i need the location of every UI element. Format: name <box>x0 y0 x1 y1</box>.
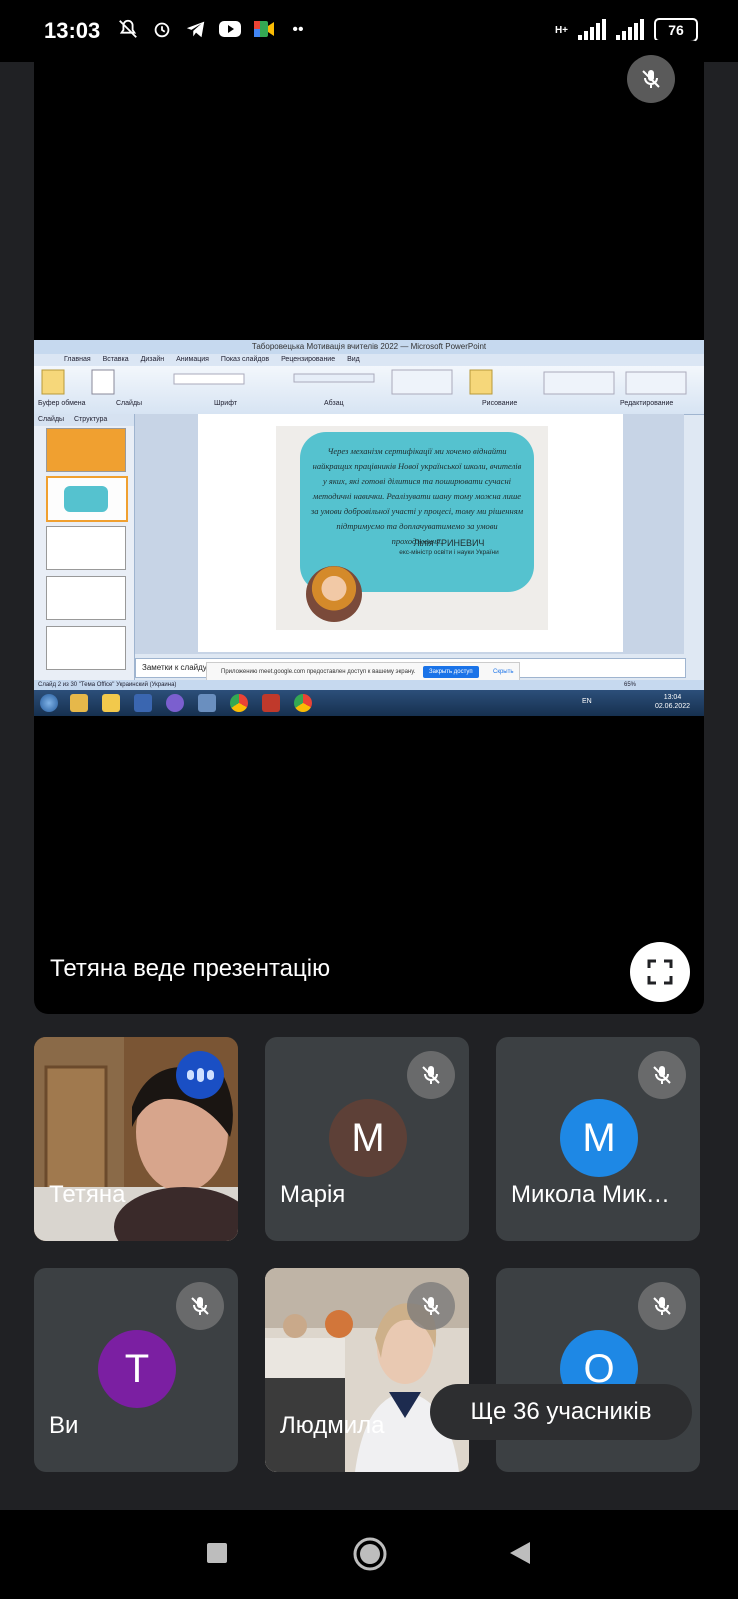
taskbar-app-icon <box>134 694 152 712</box>
fullscreen-button[interactable] <box>630 942 690 1002</box>
ppt-tab: Рецензирование <box>281 356 336 363</box>
windows-taskbar: EN 13:04 02.06.2022 <box>34 690 704 716</box>
tray-time: 13:04 <box>663 694 682 701</box>
viber-icon <box>166 694 184 712</box>
battery-indicator: 76 <box>654 18 698 42</box>
home-icon <box>353 1537 387 1571</box>
slide-image: Через механізм сертифікації ми хочемо ві… <box>276 426 548 630</box>
meet-icon <box>252 18 276 42</box>
ribbon-group: Шрифт <box>214 400 238 407</box>
share-notice-text: Приложению meet.google.com предоставлен … <box>221 669 416 675</box>
quote-author: Лілія ГРИНЕВИЧ <box>413 538 485 548</box>
ppt-ribbon: Буфер обмена Слайды Шрифт Абзац Рисовани… <box>34 366 704 415</box>
taskbar-app-icon <box>198 694 216 712</box>
slide-canvas: Через механізм сертифікації ми хочемо ві… <box>135 414 684 654</box>
ribbon-tools-icon <box>41 369 687 395</box>
slides-tab: Слайды <box>38 416 65 423</box>
participant-name: Марія <box>280 1181 346 1208</box>
ppt-tab: Анимация <box>176 356 209 363</box>
mic-off-icon <box>638 1282 686 1330</box>
ppt-zoom: 65% <box>624 682 637 688</box>
slide-thumbnail <box>46 526 126 570</box>
participant-name: Людмила <box>280 1412 385 1439</box>
recents-button[interactable] <box>206 1542 228 1569</box>
mute-bell-icon <box>116 18 140 42</box>
participant-tile[interactable]: Т Ви <box>34 1268 238 1472</box>
network-type: H+ <box>554 24 568 36</box>
tray-date: 02.06.2022 <box>654 703 690 710</box>
ribbon-group: Редактирование <box>620 400 674 407</box>
signal-icon <box>578 19 606 41</box>
fullscreen-icon <box>647 959 673 985</box>
mic-off-icon <box>176 1282 224 1330</box>
folder-icon <box>102 694 120 712</box>
participant-name: Ви <box>49 1412 79 1439</box>
current-slide: Через механізм сертифікації ми хочемо ві… <box>198 414 623 652</box>
author-photo <box>306 566 362 622</box>
signal-icon-2 <box>616 19 644 41</box>
avatar: Т <box>98 1330 176 1408</box>
youtube-icon <box>218 18 242 42</box>
presenter-label: Тетяна веде презентацію <box>50 955 331 982</box>
participant-name: Микола Мик… <box>511 1181 670 1208</box>
slide-thumbnail <box>46 626 126 670</box>
ppt-window-title: Таборовецька Мотивація вчителів 2022 — M… <box>34 340 704 354</box>
ppt-tab: Показ слайдов <box>220 356 270 363</box>
back-icon <box>510 1542 530 1564</box>
notes-label: Заметки к слайду <box>142 663 207 672</box>
alarm-icon <box>150 18 174 42</box>
participant-tile[interactable]: М Марія <box>265 1037 469 1241</box>
start-icon <box>40 694 58 712</box>
back-button[interactable] <box>508 1540 532 1571</box>
ppt-tab: Вставка <box>102 356 129 363</box>
ppt-tab: Главная <box>64 356 91 363</box>
participant-name: Тетяна <box>49 1181 126 1208</box>
speaking-indicator <box>176 1051 224 1099</box>
taskbar-app-icon <box>70 694 88 712</box>
ppt-tab: Вид <box>347 356 360 363</box>
ribbon-group: Абзац <box>324 400 344 407</box>
slides-panel: Слайды Структура <box>34 414 135 680</box>
stop-sharing-button: Закрыть доступ <box>423 666 479 678</box>
chrome-icon <box>230 694 248 712</box>
ppt-ribbon-tabs: Главная Вставка Дизайн Анимация Показ сл… <box>34 354 704 366</box>
more-participants-button[interactable]: Ще 36 учасників <box>430 1384 692 1440</box>
slide-thumbnail <box>46 428 126 472</box>
participant-tile[interactable]: М Микола Мик… <box>496 1037 700 1241</box>
home-button[interactable] <box>352 1536 388 1577</box>
presentation-tile[interactable]: Таборовецька Мотивація вчителів 2022 — M… <box>34 40 704 1014</box>
telegram-icon <box>184 18 208 42</box>
slide-quote: Через механізм сертифікації ми хочемо ві… <box>310 446 524 546</box>
ribbon-group: Слайды <box>116 400 143 407</box>
mic-off-icon <box>407 1051 455 1099</box>
participant-tile[interactable]: О <box>496 1268 700 1472</box>
hide-notice-button: Скрыть <box>493 669 514 675</box>
mic-off-icon <box>638 1051 686 1099</box>
outline-tab: Структура <box>74 416 108 423</box>
slide-thumbnail <box>46 476 128 522</box>
slide-thumbnail <box>46 576 126 620</box>
quote-author-title: екс-міністр освіти і науки України <box>399 549 499 556</box>
ppt-tab: Дизайн <box>140 356 165 363</box>
mic-off-icon <box>627 55 675 103</box>
navigation-bar <box>0 1510 738 1599</box>
ppt-status-text: Слайд 2 из 30 "Тема Office" Украинский (… <box>38 682 177 688</box>
avatar: М <box>560 1099 638 1177</box>
mic-off-icon <box>407 1282 455 1330</box>
shared-screen: Таборовецька Мотивація вчителів 2022 — M… <box>34 340 704 716</box>
participant-tile[interactable]: Тетяна <box>34 1037 238 1241</box>
powerpoint-icon <box>262 694 280 712</box>
ppt-status-bar: Слайд 2 из 30 "Тема Office" Украинский (… <box>34 680 704 690</box>
ribbon-group: Буфер обмена <box>38 400 86 407</box>
participant-tile[interactable]: Людмила <box>265 1268 469 1472</box>
avatar: М <box>329 1099 407 1177</box>
recents-icon <box>207 1543 227 1563</box>
chrome-icon <box>294 694 312 712</box>
tray-language: EN <box>582 698 592 705</box>
more-dots-icon: •• <box>292 21 304 38</box>
ribbon-group: Рисование <box>482 400 518 407</box>
